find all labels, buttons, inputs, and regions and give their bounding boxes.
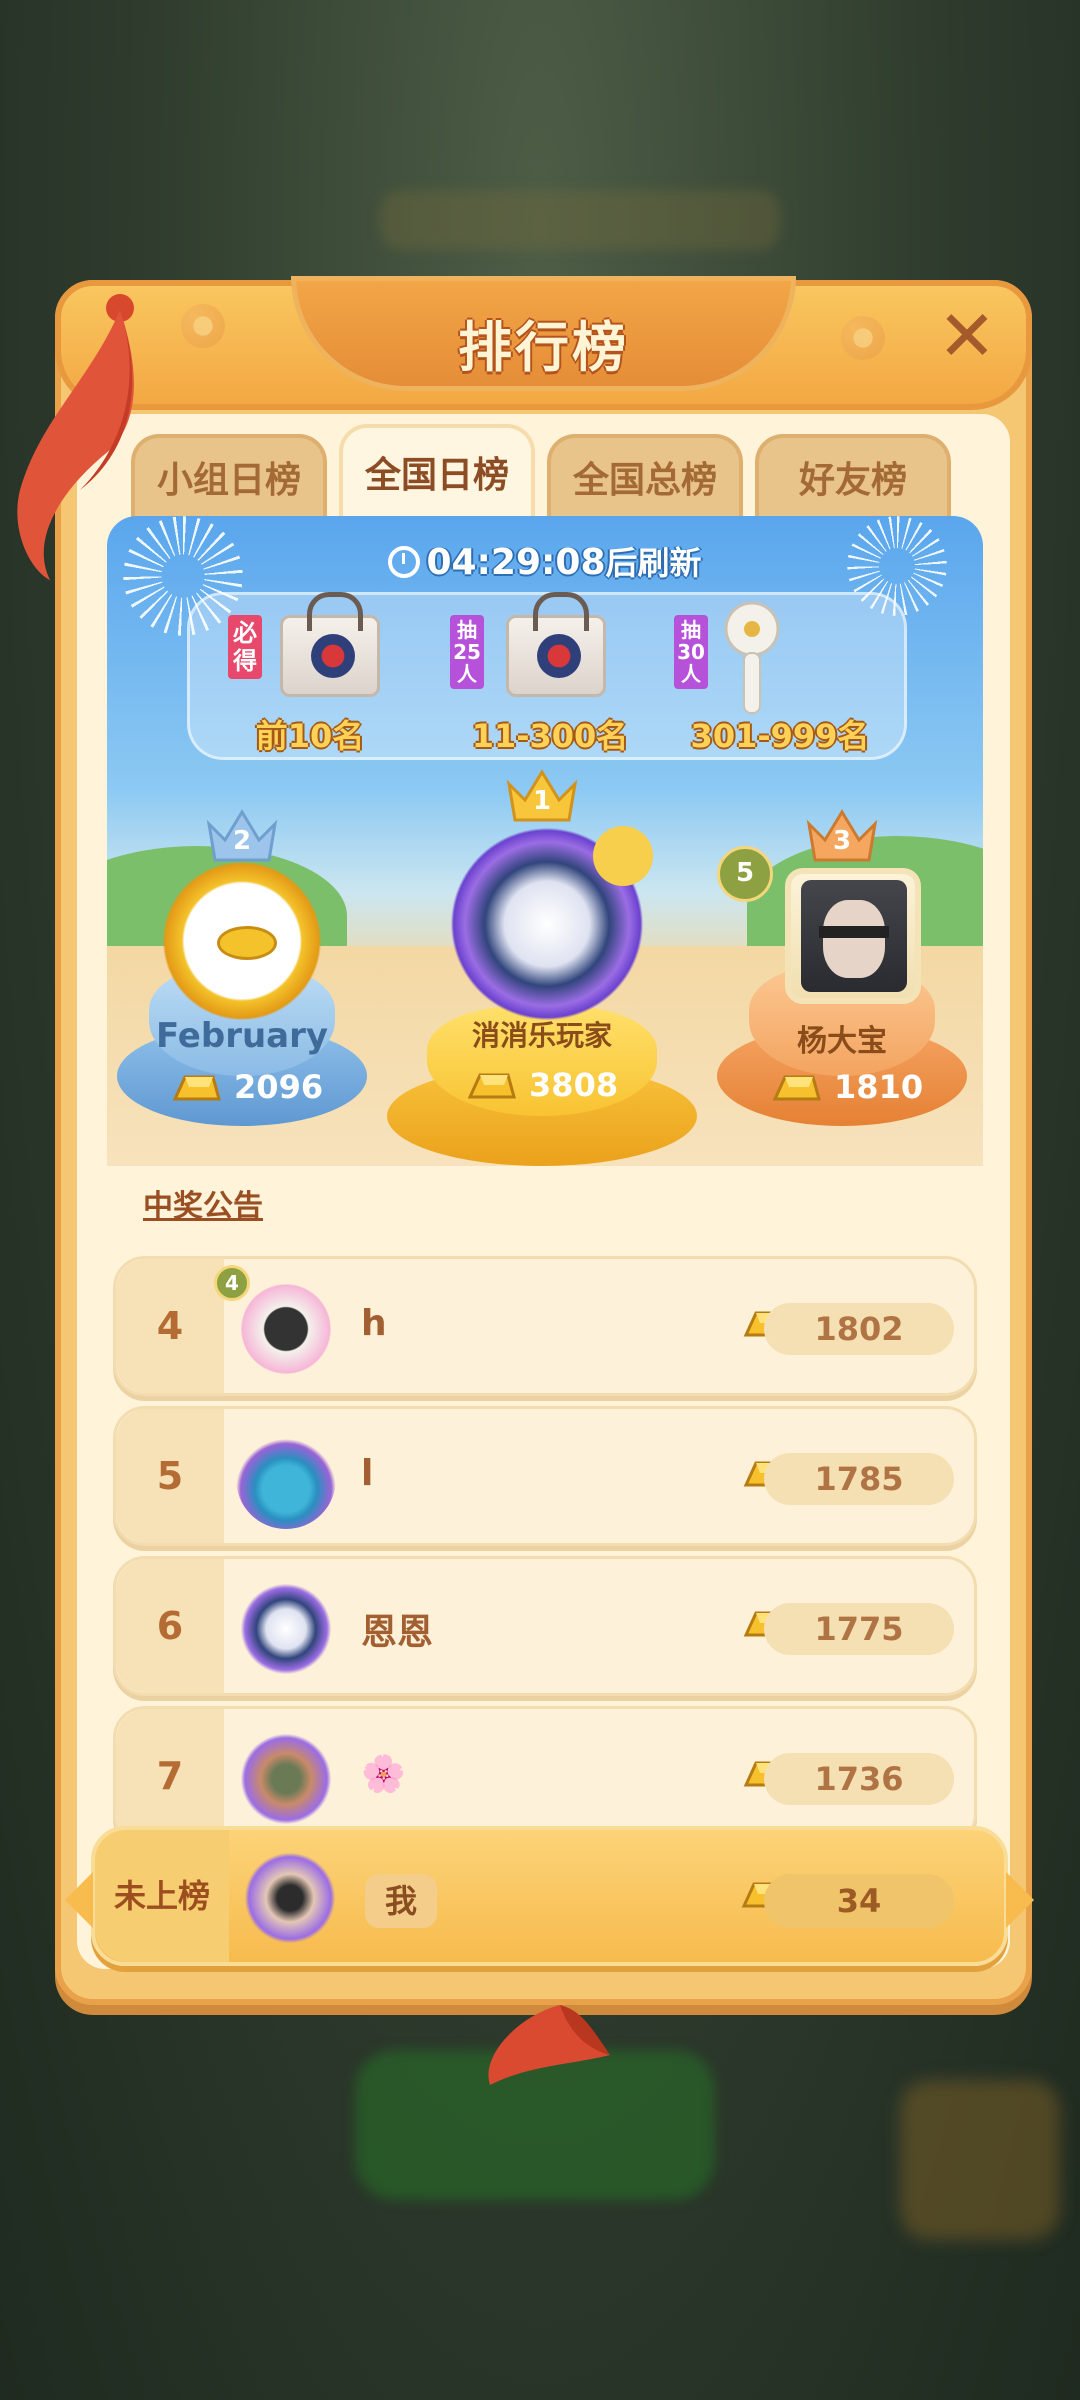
flower-ornament-icon (181, 304, 225, 348)
prize-tag: 抽30人 (674, 615, 708, 689)
refresh-timer: 04:29:08后刷新 (107, 538, 983, 584)
player-score: 1775 (764, 1603, 954, 1655)
clock-icon (388, 546, 421, 578)
player-name: 🌸 (361, 1754, 406, 1795)
rank-number: 4 (116, 1259, 224, 1393)
my-rank-row[interactable]: 未上榜 我 34 (65, 1826, 1034, 1966)
tab-friends[interactable]: 好友榜 (755, 434, 951, 520)
timer-suffix: 后刷新 (605, 544, 702, 582)
podium-name: 杨大宝 (797, 1024, 887, 1059)
podium-rank-2[interactable]: 2 February 2096 (117, 806, 367, 1166)
panel-header: 排行榜 ✕ (55, 276, 1032, 410)
winner-notice-link[interactable]: 中奖公告 (143, 1181, 263, 1225)
prize-label: 前10名 (255, 717, 365, 755)
my-rank-label: 未上榜 (95, 1830, 229, 1962)
crown-bronze-icon: 3 (803, 806, 881, 864)
player-name: 恩恩 (361, 1612, 434, 1653)
prize-label: 11-300名 (471, 717, 629, 755)
podium-rank: 2 (232, 826, 252, 856)
avatar (785, 868, 921, 1004)
tab-national-total[interactable]: 全国总榜 (547, 434, 743, 520)
ranking-list: 4 4 h 1802 5 l 1785 6 恩恩 1775 7 🌸 1736 (113, 1256, 977, 1856)
blurred-side-button (900, 2080, 1060, 2240)
level-badge: 4 (214, 1265, 250, 1301)
avatar (236, 1429, 336, 1529)
ribbon-decoration (488, 2005, 610, 2085)
prize-label: 301-999名 (690, 717, 870, 755)
rank-number: 6 (116, 1559, 224, 1693)
list-item[interactable]: 6 恩恩 1775 (113, 1556, 977, 1696)
close-button[interactable]: ✕ (932, 301, 1002, 374)
gold-bar-icon (171, 1071, 223, 1107)
moon-icon (593, 826, 653, 886)
level-badge: 5 (717, 846, 773, 902)
podium-score-value: 1810 (834, 1068, 924, 1106)
timer-time: 04:29:08 (426, 542, 606, 583)
player-score: 1802 (764, 1303, 954, 1355)
tab-bar: 小组日榜 全国日榜 全国总榜 好友榜 (131, 424, 951, 520)
prize-box[interactable]: 必得 前10名 抽25人 11-300名 抽30人 301-999名 (187, 592, 907, 760)
prize-top10: 必得 前10名 (200, 592, 420, 761)
podium-rank: 3 (832, 826, 852, 856)
prize-tag: 必得 (228, 615, 262, 679)
podium-rank-3[interactable]: 3 5 杨大宝 1810 (717, 806, 967, 1166)
podium-score-value: 2096 (234, 1068, 324, 1106)
tab-national-daily[interactable]: 全国日榜 (339, 424, 535, 520)
podium-rank-1[interactable]: 1 消消乐玩家 3808 (387, 766, 697, 1166)
flower-ornament-icon (841, 316, 885, 360)
ribbon-decoration (17, 294, 134, 580)
avatar (236, 1729, 336, 1829)
my-name: 我 (365, 1874, 438, 1928)
banner-tip-right (1006, 1872, 1034, 1928)
avatar (157, 856, 327, 1026)
player-score: 1736 (764, 1753, 954, 1805)
list-item[interactable]: 5 l 1785 (113, 1406, 977, 1546)
player-name: h (361, 1303, 387, 1344)
page-title: 排行榜 (458, 316, 629, 379)
player-name: l (361, 1453, 374, 1494)
list-item[interactable]: 7 🌸 1736 (113, 1706, 977, 1846)
avatar (236, 1279, 336, 1379)
rank-number: 7 (116, 1709, 224, 1843)
podium-name: February (155, 1016, 329, 1056)
leaderboard-panel: 排行榜 ✕ 小组日榜 全国日榜 全国总榜 好友榜 04:29:08后刷新 必得 … (55, 276, 1034, 2005)
tote-bag-icon (506, 592, 606, 697)
avatar (236, 1579, 336, 1679)
podium-score: 3808 (447, 1066, 637, 1105)
podium-score-value: 3808 (529, 1066, 619, 1104)
prize-11-300: 抽25人 11-300名 (440, 592, 660, 761)
gold-bar-icon (771, 1071, 823, 1107)
podium-score: 2096 (157, 1068, 337, 1107)
title-plaque: 排行榜 (291, 276, 796, 391)
podium-name: 消消乐玩家 (471, 1019, 612, 1052)
crown-gold-icon: 1 (503, 766, 581, 824)
player-score: 1785 (764, 1453, 954, 1505)
blurred-title (380, 190, 780, 250)
rank-number: 5 (116, 1409, 224, 1543)
prize-tag: 抽25人 (450, 615, 484, 689)
gold-bar-icon (466, 1069, 518, 1105)
prize-301-999: 抽30人 301-999名 (660, 601, 900, 761)
podium-scene: 04:29:08后刷新 必得 前10名 抽25人 11-300名 抽30人 30… (107, 516, 983, 1166)
tote-bag-icon (280, 592, 380, 697)
podium-score: 1810 (757, 1068, 937, 1107)
avatar (240, 1848, 340, 1948)
list-item[interactable]: 4 4 h 1802 (113, 1256, 977, 1396)
podium-rank: 1 (532, 786, 552, 816)
my-score: 34 (764, 1874, 954, 1928)
close-icon: ✕ (937, 295, 997, 377)
banner-tip-left (65, 1872, 93, 1928)
tab-group-daily[interactable]: 小组日榜 (131, 434, 327, 520)
